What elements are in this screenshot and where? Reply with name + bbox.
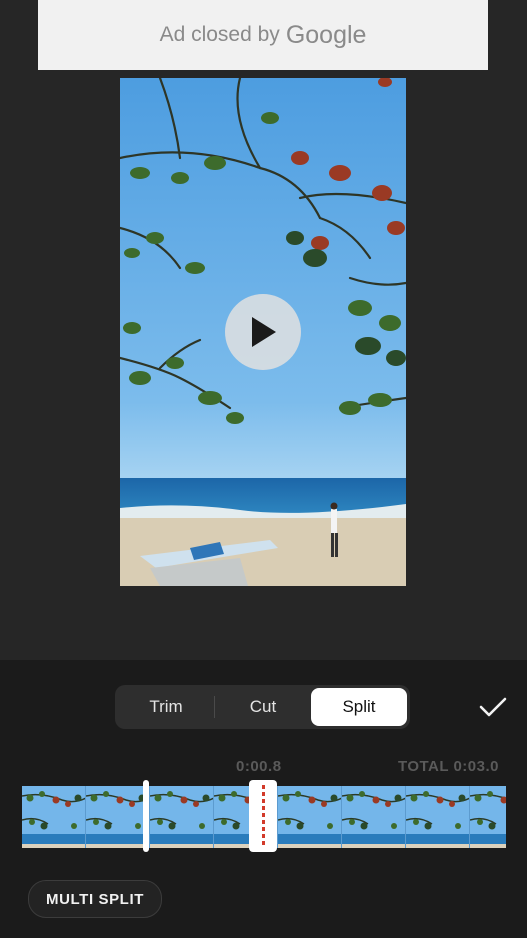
tab-cut-label: Cut bbox=[249, 697, 277, 716]
multi-split-label: MULTI SPLIT bbox=[46, 890, 144, 908]
ad-closed-banner: Ad closed by Google bbox=[38, 0, 488, 70]
tab-cut[interactable]: Cut bbox=[215, 688, 311, 726]
video-preview[interactable] bbox=[120, 78, 406, 586]
ad-closed-text: Ad closed by bbox=[159, 23, 280, 46]
play-icon bbox=[252, 317, 276, 347]
editor-panel: Trim Cut Split 0:00.8 TOTAL 0:03.0 MULTI… bbox=[0, 660, 527, 938]
current-time: 0:00.8 bbox=[236, 758, 282, 775]
edit-mode-segmented-control: Trim Cut Split bbox=[115, 685, 410, 729]
play-button[interactable] bbox=[225, 294, 301, 370]
google-brand: Google bbox=[285, 20, 367, 49]
tab-trim[interactable]: Trim bbox=[118, 688, 214, 726]
split-point-marker[interactable] bbox=[143, 780, 149, 852]
checkmark-icon bbox=[479, 697, 507, 717]
tab-split[interactable]: Split bbox=[311, 688, 407, 726]
tab-trim-label: Trim bbox=[149, 697, 183, 716]
tab-split-label: Split bbox=[342, 697, 376, 716]
total-time: TOTAL 0:03.0 bbox=[397, 758, 499, 775]
playhead-handle[interactable] bbox=[249, 780, 277, 852]
video-editor-screen: Ad closed by Google Trim Cut Split 0:00.… bbox=[0, 0, 527, 938]
playhead-indicator bbox=[261, 785, 265, 847]
confirm-button[interactable] bbox=[476, 690, 510, 724]
multi-split-button[interactable]: MULTI SPLIT bbox=[28, 880, 162, 918]
